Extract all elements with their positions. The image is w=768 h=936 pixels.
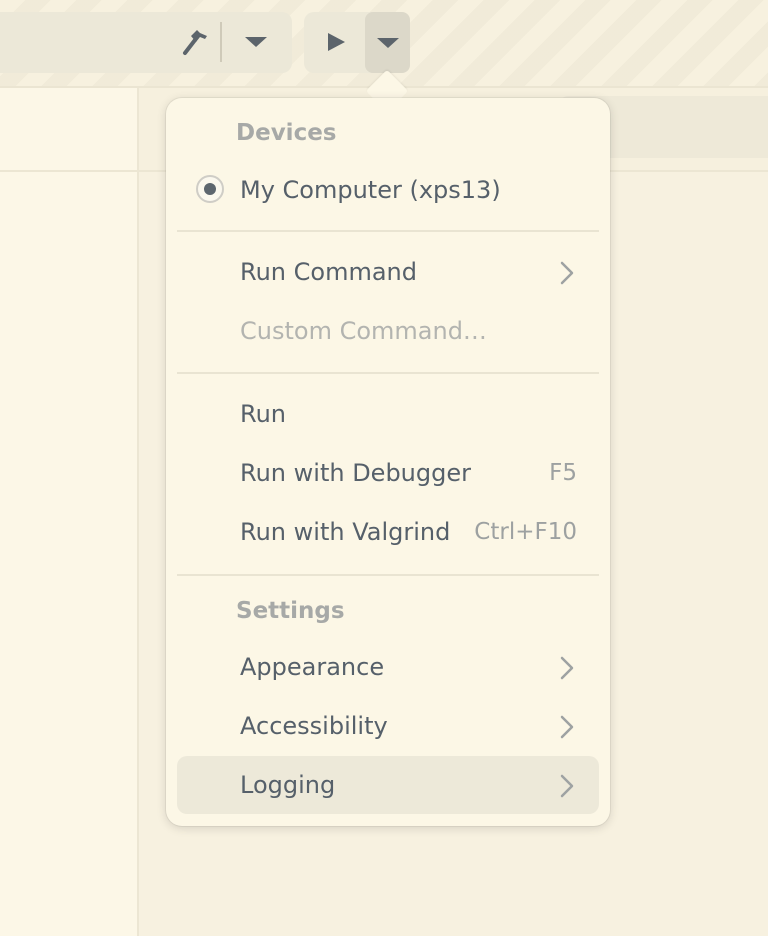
- run-menu-popover: Devices My Computer (xps13) Run Command …: [166, 98, 610, 826]
- run-with-valgrind-item[interactable]: Run with Valgrind Ctrl+F10: [177, 503, 599, 561]
- chevron-right-icon: [560, 774, 574, 798]
- chevron-right-icon: [560, 656, 574, 680]
- hammer-icon: [183, 30, 207, 55]
- accessibility-item[interactable]: Accessibility: [177, 697, 599, 755]
- device-item-my-computer[interactable]: My Computer (xps13): [177, 161, 599, 219]
- sidebar-header: [0, 88, 137, 172]
- appearance-item[interactable]: Appearance: [177, 638, 599, 696]
- run-command-item[interactable]: Run Command: [177, 243, 599, 301]
- pan-down-icon: [245, 37, 267, 47]
- run-with-debugger-label: Run with Debugger: [240, 459, 471, 487]
- logging-label: Logging: [240, 771, 336, 799]
- play-icon: [328, 33, 345, 51]
- logging-item[interactable]: Logging: [177, 756, 599, 814]
- accessibility-label: Accessibility: [240, 712, 388, 740]
- build-menu-button[interactable]: [236, 22, 276, 62]
- run-menu-button[interactable]: [365, 12, 410, 73]
- run-label: Run: [240, 400, 287, 428]
- chevron-right-icon: [560, 715, 574, 739]
- custom-command-item: Custom Command…: [177, 302, 599, 360]
- chevron-right-icon: [560, 261, 574, 285]
- custom-command-label: Custom Command…: [240, 317, 487, 345]
- appearance-label: Appearance: [240, 653, 385, 681]
- run-command-label: Run Command: [240, 258, 417, 286]
- pan-down-icon: [376, 37, 399, 48]
- run-with-valgrind-shortcut: Ctrl+F10: [474, 519, 577, 545]
- radio-selected-dot: [204, 183, 216, 195]
- settings-section-title: Settings: [236, 598, 345, 624]
- run-button[interactable]: [314, 22, 358, 62]
- build-button-group: [0, 12, 292, 73]
- run-with-debugger-shortcut: F5: [549, 460, 577, 486]
- toolbar-separator: [220, 22, 222, 62]
- sidebar: [0, 88, 139, 936]
- devices-section-title: Devices: [236, 120, 337, 146]
- run-item[interactable]: Run: [177, 385, 599, 443]
- run-with-valgrind-label: Run with Valgrind: [240, 518, 451, 546]
- menu-separator: [177, 574, 599, 576]
- device-item-label: My Computer (xps13): [240, 176, 501, 204]
- menu-separator: [177, 372, 599, 374]
- build-button[interactable]: [174, 22, 214, 62]
- radio-button[interactable]: [196, 175, 224, 203]
- menu-separator: [177, 230, 599, 232]
- run-button-group: [304, 12, 410, 73]
- run-with-debugger-item[interactable]: Run with Debugger F5: [177, 444, 599, 502]
